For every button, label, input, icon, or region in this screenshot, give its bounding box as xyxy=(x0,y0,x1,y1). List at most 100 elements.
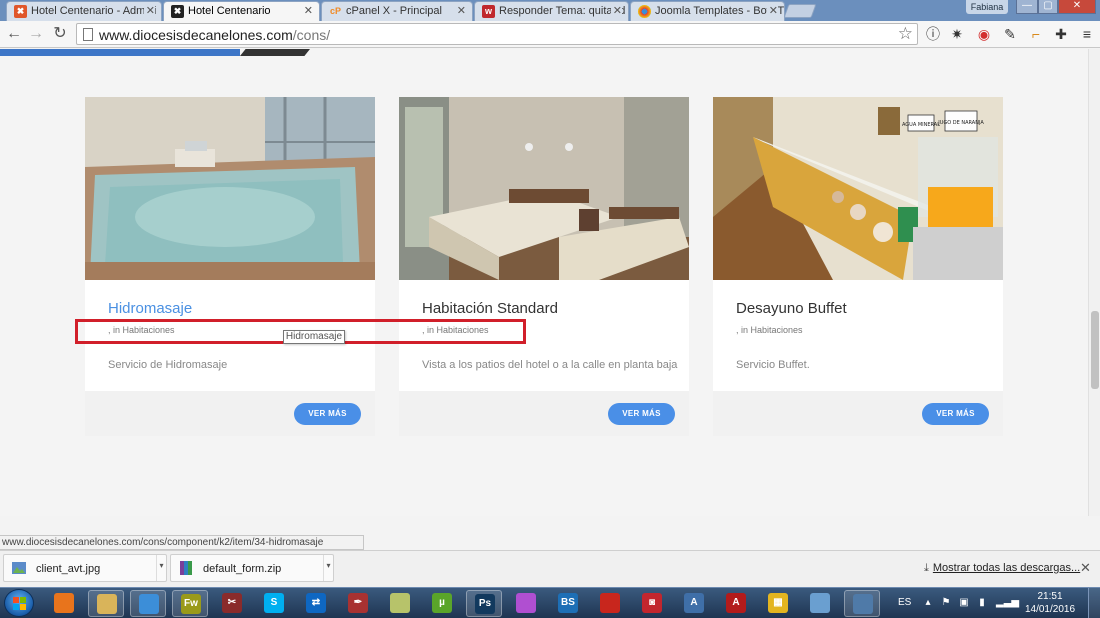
extension-sparkle-icon[interactable]: ✷ xyxy=(948,25,966,43)
tray-network-icon[interactable]: ▂▃▅ xyxy=(996,597,1019,609)
tab-hotel-admin[interactable]: ✖ Hotel Centenario - Admini ✕ xyxy=(6,1,162,21)
clock-date: 14/01/2016 xyxy=(1024,604,1076,615)
extension-record-icon[interactable]: ◉ xyxy=(975,25,993,43)
new-tab-button[interactable] xyxy=(783,4,817,18)
taskbar-button-chrome[interactable] xyxy=(130,590,166,617)
zip-file-icon xyxy=(180,561,192,575)
taskbar-button-teamviewer[interactable]: ⇄ xyxy=(298,590,334,617)
card-description: Servicio de Hidromasaje xyxy=(108,359,228,371)
fireworks-icon: Fw xyxy=(181,594,201,614)
close-icon[interactable]: ✕ xyxy=(766,4,778,17)
tab-strip: ✖ Hotel Centenario - Admini ✕ ✖ Hotel Ce… xyxy=(0,0,1100,22)
bedroom-image xyxy=(399,97,689,280)
habitacion-photo[interactable] xyxy=(399,97,689,280)
taskbar-button-picasa[interactable] xyxy=(508,590,544,617)
skype-icon: S xyxy=(264,593,284,613)
taskbar-button-network-app[interactable]: A xyxy=(676,590,712,617)
card-footer: VER MÁS xyxy=(713,391,1003,436)
forum-icon: w xyxy=(482,5,495,18)
game-app-icon: ◙ xyxy=(642,593,662,613)
language-indicator[interactable]: ES xyxy=(898,597,911,608)
filezilla-icon xyxy=(600,593,620,613)
header-accent-strip xyxy=(0,49,310,56)
tab-cpanel[interactable]: cP cPanel X - Principal ✕ xyxy=(321,1,473,21)
tray-power-icon[interactable]: ▮ xyxy=(976,597,988,609)
dropdown-caret-icon[interactable]: ▾ xyxy=(323,555,333,581)
back-icon[interactable]: ← xyxy=(5,25,23,43)
close-icon[interactable]: ✕ xyxy=(304,4,313,17)
show-all-label: Mostrar todas las descargas... xyxy=(932,562,1081,574)
show-desktop-button[interactable] xyxy=(1088,588,1100,618)
ver-mas-button[interactable]: VER MÁS xyxy=(922,403,989,425)
card-title[interactable]: Habitación Standard xyxy=(422,300,558,317)
reload-icon[interactable]: ↻ xyxy=(51,25,69,43)
taskbar-button-utorrent[interactable]: µ xyxy=(424,590,460,617)
teamviewer-icon: ⇄ xyxy=(306,593,326,613)
image-file-icon xyxy=(12,562,26,574)
start-button[interactable] xyxy=(4,589,34,617)
minimize-button[interactable]: — xyxy=(1016,0,1038,14)
taskbar-button-media-player[interactable] xyxy=(46,590,82,617)
snipping-tool-icon: ✂ xyxy=(222,593,242,613)
tab-responder-tema[interactable]: w Responder Tema: quitar d ✕ xyxy=(474,1,629,21)
taskbar-button-filezilla[interactable] xyxy=(592,590,628,617)
show-all-downloads-link[interactable]: ⤓ Mostrar todas las descargas... xyxy=(924,562,1080,575)
hidromasaje-photo[interactable] xyxy=(85,97,375,280)
page-scrollbar[interactable] xyxy=(1088,49,1100,516)
download-item-client-avt[interactable]: client_avt.jpg ▾ xyxy=(3,554,167,582)
jacuzzi-image xyxy=(85,97,375,280)
link-tooltip: Hidromasaje xyxy=(283,330,345,344)
close-icon[interactable]: ✕ xyxy=(143,4,155,17)
taskbar-button-feather-app[interactable]: ✒ xyxy=(340,590,376,617)
extension-puzzle-icon[interactable]: ✚ xyxy=(1052,25,1070,43)
profile-button[interactable]: Fabiana xyxy=(966,0,1008,14)
system-clock[interactable]: 21:51 14/01/2016 xyxy=(1022,590,1078,616)
card-category[interactable]: , in Habitaciones xyxy=(736,325,803,335)
taskbar-button-bs-player[interactable]: BS xyxy=(550,590,586,617)
taskbar-button-photoshop[interactable]: Ps xyxy=(466,590,502,617)
tray-flag-icon[interactable]: ⚑ xyxy=(940,597,952,609)
download-item-default-form[interactable]: default_form.zip ▾ xyxy=(170,554,334,582)
extension-ruler-icon[interactable]: ⌐ xyxy=(1027,25,1045,43)
tray-up-arrow-icon[interactable]: ▴ xyxy=(922,597,934,609)
close-download-shelf-icon[interactable]: ✕ xyxy=(1080,560,1091,576)
tab-joomla-templates[interactable]: Joomla Templates - Bow T ✕ xyxy=(630,1,785,21)
tab-hotel-centenario[interactable]: ✖ Hotel Centenario ✕ xyxy=(163,1,320,22)
taskbar-button-snipping-tool[interactable]: ✂ xyxy=(214,590,250,617)
card-title[interactable]: Desayuno Buffet xyxy=(736,300,847,317)
feather-app-icon: ✒ xyxy=(348,593,368,613)
taskbar-button-file-explorer[interactable] xyxy=(88,590,124,617)
taskbar-button-screenshot[interactable] xyxy=(844,590,880,617)
card-footer: VER MÁS xyxy=(399,391,689,436)
menu-icon[interactable]: ≡ xyxy=(1078,25,1096,43)
dropdown-caret-icon[interactable]: ▾ xyxy=(156,555,166,581)
close-window-button[interactable]: ✕ xyxy=(1058,0,1096,14)
taskbar-button-apps-grid[interactable]: ▦ xyxy=(760,590,796,617)
taskbar-button-acrobat[interactable]: A xyxy=(718,590,754,617)
taskbar-button-game-app[interactable]: ◙ xyxy=(634,590,670,617)
card-title[interactable]: Hidromasaje xyxy=(108,300,192,317)
extension-eyedropper-icon[interactable]: ✎ xyxy=(1001,25,1019,43)
ver-mas-button[interactable]: VER MÁS xyxy=(294,403,361,425)
apps-grid-icon: ▦ xyxy=(768,593,788,613)
close-icon[interactable]: ✕ xyxy=(457,4,466,17)
taskbar-button-skype[interactable]: S xyxy=(256,590,292,617)
accent-dark xyxy=(240,49,310,56)
sign-jugo-naranja: JUGO DE NARANJA xyxy=(937,120,984,126)
maximize-button[interactable]: ▢ xyxy=(1038,0,1058,14)
close-icon[interactable]: ✕ xyxy=(610,4,622,17)
taskbar-button-fireworks[interactable]: Fw xyxy=(172,590,208,617)
taskbar-button-folder-app[interactable] xyxy=(382,590,418,617)
page-viewport: Hidromasaje , in Habitaciones Servicio d… xyxy=(0,49,1088,516)
forward-icon[interactable]: → xyxy=(27,25,45,43)
ver-mas-button[interactable]: VER MÁS xyxy=(608,403,675,425)
extension-info-icon[interactable]: ⓘ xyxy=(924,25,942,43)
address-bar[interactable]: www.diocesisdecanelones.com/cons/ ☆ xyxy=(76,23,918,45)
photoshop-icon: Ps xyxy=(475,594,495,614)
tray-display-icon[interactable]: ▣ xyxy=(958,597,970,609)
buffet-photo[interactable]: AGUA MINERAL JUGO DE NARANJA xyxy=(713,97,1003,280)
taskbar-button-notepad[interactable] xyxy=(802,590,838,617)
scrollbar-thumb[interactable] xyxy=(1091,311,1099,389)
tab-label: Hotel Centenario - Admini xyxy=(31,5,157,17)
bookmark-star-icon[interactable]: ☆ xyxy=(898,24,913,44)
